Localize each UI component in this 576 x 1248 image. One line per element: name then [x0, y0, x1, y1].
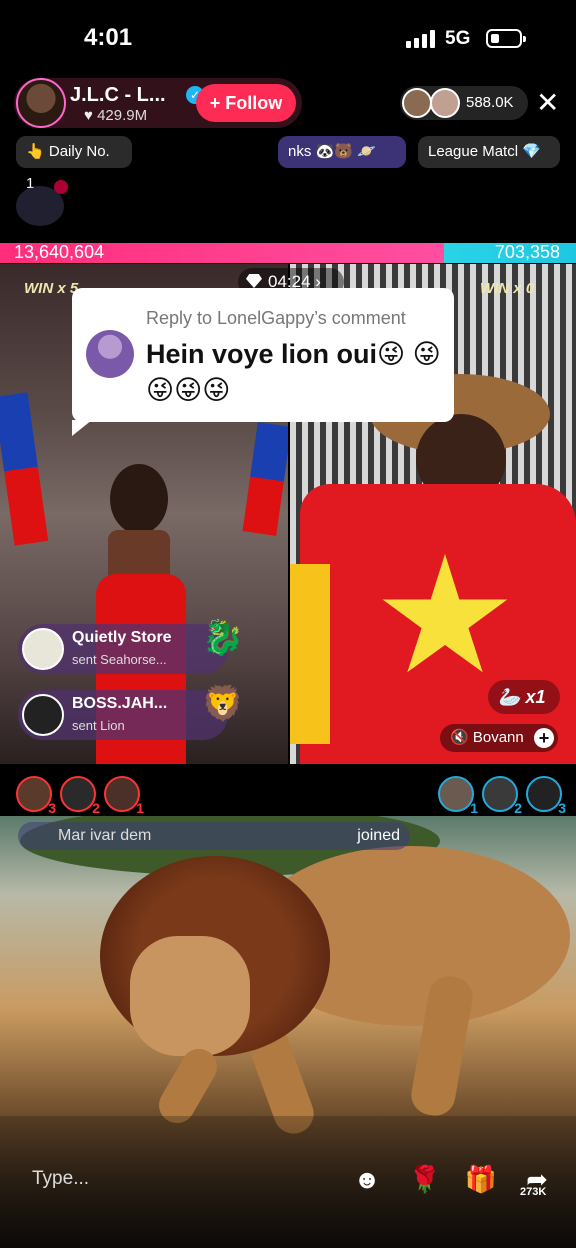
network-label: 5G: [445, 28, 471, 49]
joined-banner: Mar ivar dem joined: [18, 822, 410, 850]
right-rank-avatar[interactable]: 1: [438, 776, 478, 816]
comment-input[interactable]: Type...: [14, 1160, 344, 1200]
left-win-label: WIN x 5: [24, 280, 79, 297]
viewer-avatar[interactable]: [430, 88, 460, 118]
mute-icon[interactable]: 🔇: [450, 729, 469, 746]
gifter-avatar[interactable]: [22, 694, 64, 736]
commenter-avatar: [86, 330, 134, 378]
mask-effect-icon[interactable]: [16, 180, 68, 226]
host-likes: ♥ 429.9M: [84, 107, 148, 124]
daily-rank-chip[interactable]: 👆 Daily No. 1: [16, 136, 132, 192]
left-rank-avatar[interactable]: 2: [60, 776, 100, 816]
rose-icon[interactable]: 🌹: [406, 1160, 444, 1198]
viewer-count-label: 588.0K: [466, 94, 514, 111]
flag-star: [382, 554, 508, 673]
host-avatar[interactable]: [16, 78, 66, 128]
left-rank-avatar[interactable]: 1: [104, 776, 144, 816]
reply-comment-card[interactable]: Reply to LonelGappy’s comment Hein voye …: [72, 288, 454, 436]
viewer-count[interactable]: 588.0K: [400, 86, 528, 120]
close-icon[interactable]: ✕: [536, 88, 559, 118]
seahorse-gift-icon: 🐉: [201, 619, 244, 657]
lion-face: [130, 936, 250, 1056]
plus-icon[interactable]: +: [534, 728, 554, 748]
follow-button[interactable]: + Follow: [196, 84, 296, 122]
battle-score-bar: 13,640,604 703,358: [0, 242, 576, 263]
swan-icon: 🦢: [498, 687, 521, 707]
status-bar: 4:01 5G: [0, 0, 576, 76]
league-match-chip[interactable]: League Matcl 💎: [418, 136, 560, 168]
right-rank-avatar[interactable]: 2: [482, 776, 522, 816]
vietnam-flag: [300, 484, 576, 764]
ranks-avatars: 🐼🐻 🪐: [315, 143, 376, 160]
gift-notification[interactable]: BOSS.JAH... sent Lion 🦁: [18, 685, 244, 740]
battery-icon: [486, 29, 526, 48]
gift-notification[interactable]: Quietly Store sent Seahorse... 🐉: [18, 619, 244, 674]
emoji-icon[interactable]: ☻: [348, 1160, 386, 1198]
heart-icon: ♥: [84, 107, 93, 124]
share-count: 273K: [520, 1186, 547, 1198]
status-time: 4:01: [84, 24, 133, 51]
diamond-icon: [246, 274, 262, 288]
opponent-tag[interactable]: 🔇 Bovann +: [440, 724, 558, 752]
haiti-flag: [0, 392, 49, 546]
diamond-icon: 💎: [522, 143, 541, 160]
right-rank-avatar[interactable]: 3: [526, 776, 566, 816]
reply-text: Hein voye lion oui😜 😜😜😜😜: [146, 339, 441, 405]
viewer-avatar[interactable]: [402, 88, 432, 118]
ranks-chip[interactable]: nks 🐼🐻 🪐: [278, 136, 406, 168]
gift-icon[interactable]: 🎁: [462, 1160, 500, 1198]
signal-icon: [406, 30, 435, 48]
right-win-label: WIN x 0: [480, 280, 535, 297]
host-name: J.L.C - L...: [70, 84, 166, 106]
gifter-avatar[interactable]: [22, 628, 64, 670]
reply-title: Reply to LonelGappy’s comment: [146, 308, 406, 328]
left-rank-avatar[interactable]: 3: [16, 776, 56, 816]
multiplier-badge: 🦢 x1: [488, 680, 560, 714]
right-score: 703,358: [494, 242, 560, 262]
left-score: 13,640,604: [14, 242, 105, 262]
flame-icon: 👆: [26, 143, 45, 160]
lion-gift-icon: 🦁: [201, 685, 244, 723]
haiti-flag: [242, 422, 288, 536]
